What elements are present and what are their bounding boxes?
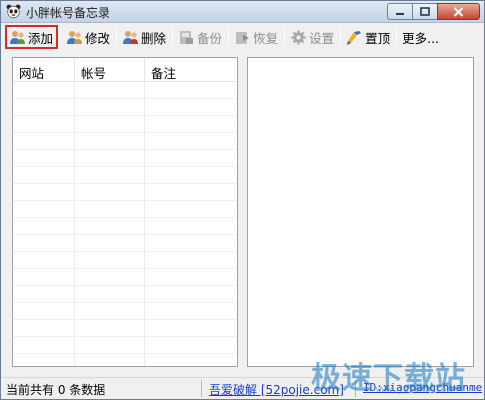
- window-controls: [387, 3, 480, 20]
- pin-top-label: 置顶: [365, 30, 391, 46]
- more-label: 更多...: [402, 30, 440, 46]
- delete-button[interactable]: 删除: [119, 25, 170, 49]
- delete-label: 删除: [141, 30, 167, 46]
- add-button[interactable]: 添加: [5, 25, 59, 49]
- close-icon: [453, 6, 464, 17]
- backup-label: 备份: [197, 30, 223, 46]
- settings-label: 设置: [309, 30, 335, 46]
- settings-button[interactable]: 设置: [287, 25, 338, 49]
- minimize-button[interactable]: [387, 3, 413, 20]
- account-list[interactable]: 网站 帐号 备注: [12, 57, 238, 367]
- maximize-button[interactable]: [412, 3, 438, 20]
- column-header-note[interactable]: 备注: [145, 58, 237, 82]
- edit-label: 修改: [85, 30, 111, 46]
- edit-button[interactable]: 修改: [63, 25, 114, 49]
- restore-icon: [236, 31, 250, 44]
- minimize-icon: [396, 12, 404, 15]
- pin-icon: [347, 30, 362, 45]
- toolbar-separator: [172, 28, 174, 46]
- pin-top-button[interactable]: 置顶: [343, 25, 394, 49]
- title-bar[interactable]: 小胖帐号备忘录: [1, 1, 484, 23]
- panda-app-icon: [6, 4, 21, 19]
- toolbar-separator: [228, 28, 230, 46]
- close-button[interactable]: [437, 3, 480, 20]
- restore-button[interactable]: 恢复: [231, 25, 282, 49]
- status-separator: [201, 380, 202, 397]
- edit-user-icon: [67, 30, 83, 44]
- maximize-icon: [420, 7, 430, 16]
- add-label: 添加: [28, 30, 54, 46]
- list-header: 网站 帐号 备注: [13, 58, 237, 82]
- restore-label: 恢复: [253, 30, 279, 46]
- delete-user-icon: [123, 30, 139, 44]
- column-header-account[interactable]: 帐号: [75, 58, 145, 82]
- toolbar-separator: [116, 28, 118, 46]
- gear-icon: [291, 30, 306, 44]
- add-user-icon: [10, 30, 25, 44]
- toolbar-separator: [60, 28, 62, 46]
- more-button[interactable]: 更多...: [399, 25, 443, 49]
- record-count: 当前共有 0 条数据: [6, 383, 106, 397]
- backup-icon: [180, 30, 194, 44]
- toolbar-separator: [340, 28, 342, 46]
- app-window: 小胖帐号备忘录 添加 修改 删除 备份 恢复 设置 置顶 更多... 网站 帐号…: [0, 0, 485, 400]
- toolbar: 添加 修改 删除 备份 恢复 设置 置顶 更多...: [1, 23, 484, 51]
- toolbar-separator: [396, 28, 398, 46]
- window-title: 小胖帐号备忘录: [26, 6, 111, 20]
- list-grid-columns: [13, 82, 237, 366]
- detail-panel[interactable]: [247, 57, 474, 367]
- column-header-website[interactable]: 网站: [13, 58, 75, 82]
- toolbar-separator: [284, 28, 286, 46]
- backup-button[interactable]: 备份: [175, 25, 226, 49]
- watermark-url: www.jisuxz.com: [376, 385, 452, 395]
